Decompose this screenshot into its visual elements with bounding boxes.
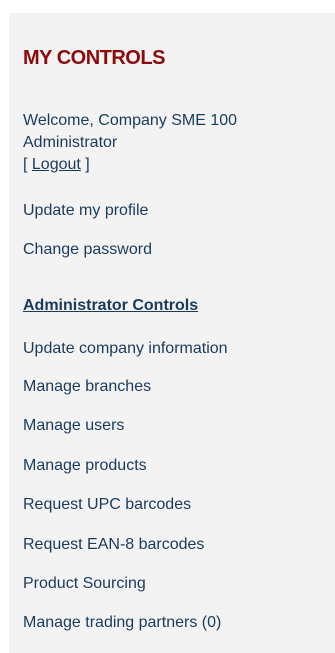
request-ean8-barcodes-link[interactable]: Request EAN-8 barcodes (23, 535, 204, 555)
user-role: Administrator (23, 134, 118, 151)
bracket-close: ] (80, 156, 90, 173)
welcome-line: Welcome, Company SME 100 (23, 112, 238, 129)
manage-products-link[interactable]: Manage products (23, 456, 147, 476)
manage-users-link[interactable]: Manage users (23, 416, 124, 436)
change-password-link[interactable]: Change password (23, 240, 152, 260)
my-controls-panel (9, 13, 335, 653)
request-upc-barcodes-link[interactable]: Request UPC barcodes (23, 495, 191, 515)
welcome-block: Welcome, Company SME 100 Administrator [… (23, 110, 237, 176)
bracket-open: [ (23, 156, 32, 173)
update-profile-link[interactable]: Update my profile (23, 201, 148, 221)
logout-wrapper: [ Logout ] (23, 154, 237, 176)
manage-trading-partners-link[interactable]: Manage trading partners (0) (23, 613, 221, 633)
admin-controls-heading[interactable]: Administrator Controls (23, 296, 198, 316)
logout-link[interactable]: Logout (32, 156, 81, 173)
panel-title: MY CONTROLS (23, 47, 165, 69)
product-sourcing-link[interactable]: Product Sourcing (23, 574, 146, 594)
update-company-info-link[interactable]: Update company information (23, 339, 228, 359)
manage-branches-link[interactable]: Manage branches (23, 377, 151, 397)
